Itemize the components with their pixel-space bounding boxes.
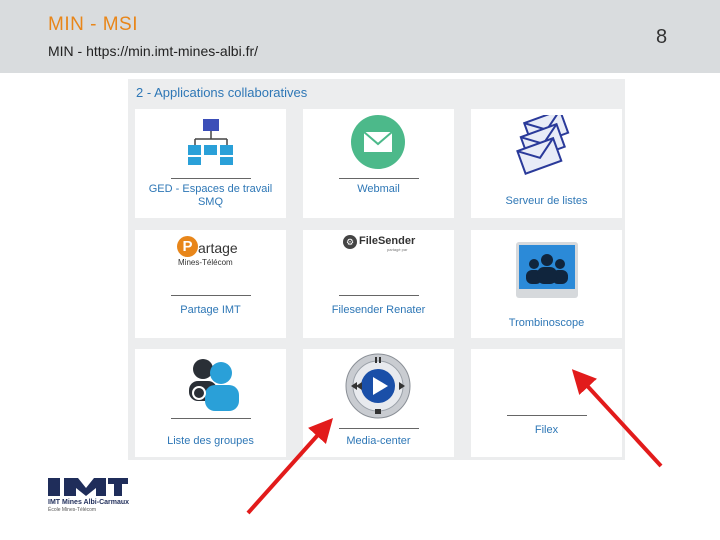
logo-tagline: École Mines-Télécom (48, 507, 97, 513)
logo-name: IMT Mines Albi-Carmaux (48, 499, 130, 506)
arrow-to-media-center (246, 418, 334, 515)
annotation-arrows (246, 369, 663, 515)
arrow-to-filex (571, 369, 663, 468)
